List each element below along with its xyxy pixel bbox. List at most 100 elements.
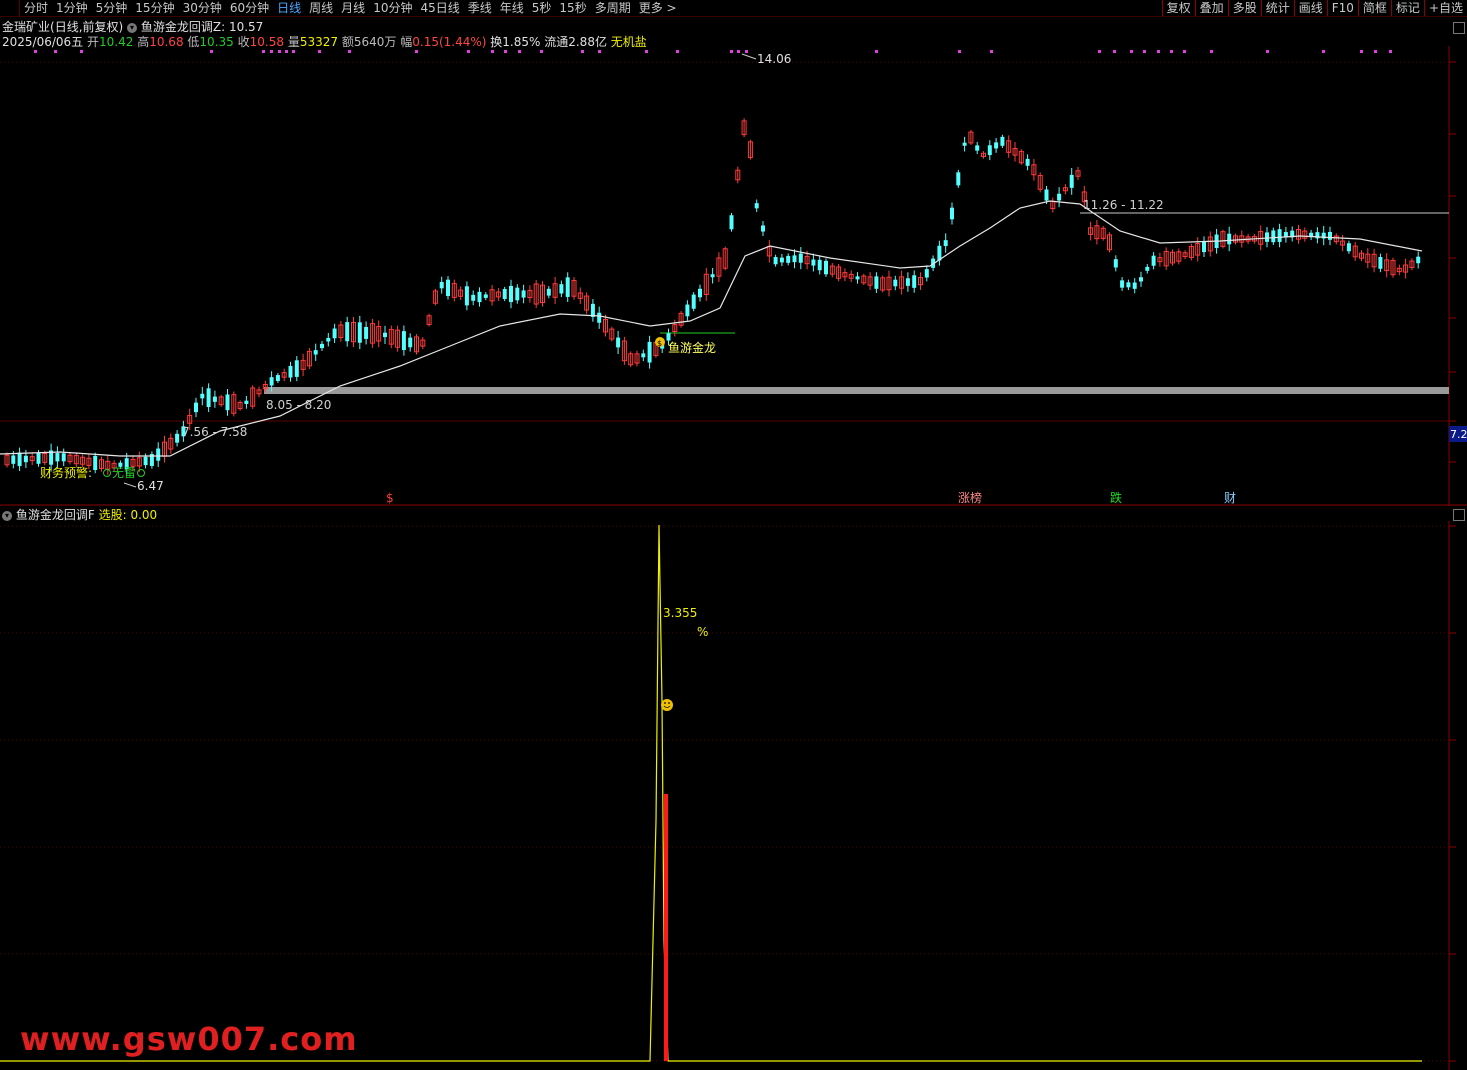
- signal-dot: [467, 50, 470, 53]
- signal-dot: [645, 50, 648, 53]
- period-tab-1[interactable]: 1分钟: [52, 0, 92, 16]
- unit-label: %: [697, 625, 708, 639]
- signal-dot: [1157, 50, 1160, 53]
- indicator-panel-collapse-icon[interactable]: [1453, 509, 1465, 521]
- toolbar-button-4[interactable]: 画线: [1293, 0, 1327, 16]
- candle-down: [773, 257, 778, 265]
- candle-down: [200, 393, 205, 399]
- indicator-menu-icon[interactable]: ▾: [2, 510, 12, 521]
- period-tab-16[interactable]: 更多 >: [635, 0, 681, 16]
- candle-down: [288, 365, 293, 378]
- finance-none-label: 无雷: [112, 466, 136, 480]
- candle-down: [1113, 259, 1118, 268]
- signal-dot: [518, 50, 521, 53]
- toolbar-button-6[interactable]: 简框: [1357, 0, 1391, 16]
- candle-down: [1346, 243, 1351, 252]
- finance-ok-icon: [137, 469, 145, 477]
- indicator-title[interactable]: 鱼游金龙回调F: [16, 508, 95, 522]
- signal-dot: [491, 50, 494, 53]
- signal-dot: [1322, 50, 1325, 53]
- indicator-menu-icon[interactable]: ▾: [127, 22, 138, 33]
- candle-down: [156, 448, 161, 461]
- period-tab-8[interactable]: 月线: [337, 0, 369, 16]
- zone-lower-label: 7.56 - 7.58: [182, 425, 247, 439]
- finance-warning-label: 财务预警:: [40, 465, 92, 480]
- candle-down: [597, 312, 602, 323]
- period-tab-4[interactable]: 30分钟: [179, 0, 226, 16]
- signal-dot: [540, 50, 543, 53]
- period-tab-6[interactable]: 日线: [273, 0, 305, 16]
- candle-down: [244, 400, 249, 405]
- toolbar-button-5[interactable]: F10: [1326, 0, 1358, 16]
- period-tab-15[interactable]: 多周期: [591, 0, 635, 16]
- main-indicator-value: : 10.57: [221, 20, 264, 34]
- event-marker-limit-up[interactable]: 涨榜: [958, 490, 982, 505]
- candle-down: [641, 353, 646, 358]
- toolbar-button-8[interactable]: +自选: [1423, 0, 1467, 16]
- event-marker-dollar[interactable]: $: [386, 491, 394, 505]
- candle-down: [950, 207, 954, 220]
- signal-dot: [415, 50, 418, 53]
- peak-value-label: 3.355: [663, 606, 697, 620]
- candle-down: [294, 360, 299, 377]
- candle-down: [1271, 230, 1276, 243]
- period-tab-9[interactable]: 10分钟: [369, 0, 416, 16]
- watermark: www.gsw007.com: [20, 1020, 358, 1058]
- signal-dot: [1183, 50, 1186, 53]
- candle-down: [1126, 282, 1131, 288]
- candle-down: [1120, 280, 1125, 288]
- finance-ok-icon: [103, 469, 111, 477]
- candle-down: [975, 145, 980, 151]
- signal-dot: [292, 50, 295, 53]
- period-tab-10[interactable]: 45日线: [416, 0, 463, 16]
- candle-down: [1057, 193, 1062, 201]
- smiley-eye-icon: [668, 702, 670, 704]
- candle-down: [1378, 257, 1383, 269]
- candle-down: [477, 291, 482, 303]
- toolbar-button-3[interactable]: 统计: [1260, 0, 1294, 16]
- toolbar-button-2[interactable]: 多股: [1227, 0, 1261, 16]
- event-marker-drop[interactable]: 跌: [1110, 490, 1122, 505]
- candle-down: [811, 259, 816, 266]
- signal-dot: [1210, 50, 1213, 53]
- candle-down: [590, 303, 595, 317]
- main-panel-collapse-icon[interactable]: [1453, 22, 1465, 34]
- signal-dot: [1170, 50, 1173, 53]
- candle-down: [1025, 158, 1030, 166]
- toolbar-button-0[interactable]: 复权: [1161, 0, 1195, 16]
- candle-down: [17, 452, 22, 467]
- period-tab-14[interactable]: 15秒: [555, 0, 590, 16]
- candle-down: [93, 455, 98, 471]
- candle-down: [1202, 241, 1206, 253]
- candle-down: [698, 288, 702, 298]
- candle-down: [905, 278, 910, 286]
- signal-dot: [1266, 50, 1269, 53]
- period-tab-3[interactable]: 15分钟: [131, 0, 178, 16]
- main-indicator-name[interactable]: 鱼游金龙回调Z: [141, 20, 221, 34]
- candle-down: [616, 337, 621, 348]
- period-tab-0[interactable]: 分时: [20, 0, 52, 16]
- candle-down: [401, 331, 406, 351]
- period-tab-5[interactable]: 60分钟: [226, 0, 273, 16]
- signal-dot: [270, 50, 273, 53]
- toolbar-button-1[interactable]: 叠加: [1194, 0, 1228, 16]
- indicator-chart[interactable]: 3.355 %: [0, 521, 1467, 1070]
- period-tab-11[interactable]: 季线: [464, 0, 496, 16]
- event-marker-finance[interactable]: 财: [1224, 491, 1236, 505]
- signal-dot: [285, 50, 288, 53]
- candle-down: [326, 337, 331, 342]
- signal-dot: [1360, 50, 1363, 53]
- candlestick-chart[interactable]: 14.06 6.47 7.56 - 7.58 8.05 - 8.20 11.26…: [0, 46, 1467, 506]
- period-tab-12[interactable]: 年线: [496, 0, 528, 16]
- period-tab-7[interactable]: 周线: [305, 0, 337, 16]
- smiley-eye-icon: [664, 702, 666, 704]
- candle-down: [779, 257, 784, 263]
- candle-down: [792, 255, 797, 263]
- toolbar-button-7[interactable]: 标记: [1390, 0, 1424, 16]
- period-tab-13[interactable]: 5秒: [528, 0, 556, 16]
- candle-down: [345, 322, 350, 342]
- period-tab-2[interactable]: 5分钟: [92, 0, 132, 16]
- candle-down: [546, 288, 551, 296]
- candle-down: [912, 275, 917, 288]
- signal-dot: [210, 50, 213, 53]
